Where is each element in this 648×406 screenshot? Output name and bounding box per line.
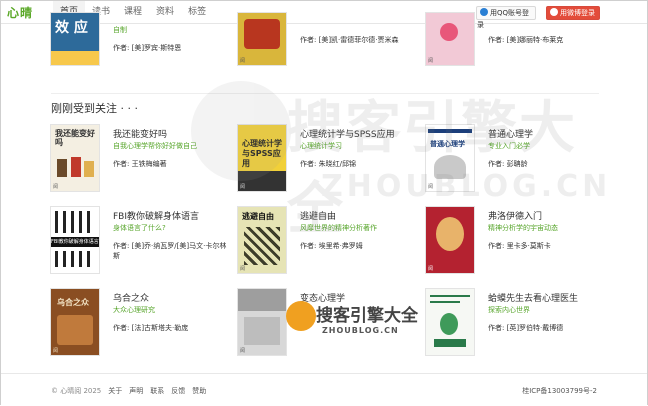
book-subtitle: 大众心理研究 — [113, 306, 155, 314]
book-subtitle: 身体语言了什么? — [113, 224, 166, 232]
book-card[interactable]: FBI教你破解身体语言 FBI教你破解身体语言 身体语言了什么? 作者: [美]… — [51, 207, 241, 277]
book-cover[interactable]: 乌合之众 阅 — [51, 289, 99, 355]
book-card[interactable]: 阅 弗洛伊德入门 精神分析学的宇宙动态 作者: 里卡多·莫斯卡 — [426, 207, 616, 277]
book-author: 作者: [美]乔·纳瓦罗/[美]马文·卡尔林斯 — [113, 242, 227, 260]
book-author: 作者: [英]罗伯特·戴博德 — [488, 324, 564, 332]
book-cover[interactable]: 普通心理学 阅 — [426, 125, 474, 191]
book-cover[interactable]: FBI教你破解身体语言 — [51, 207, 99, 273]
footer-link-sponsor[interactable]: 赞助 — [192, 386, 206, 396]
book-card[interactable]: 我还能变好吗 阅 我还能变好吗 自我心理学帮你好好做自己 作者: 王铁梅编著 — [51, 125, 241, 195]
footer: © 心晴阅 2025 关于 声明 联系 反馈 赞助 桂ICP备13003799号… — [1, 373, 647, 406]
cover-title: 逃避自由 — [242, 212, 274, 221]
book-card[interactable]: 效 应 自制 作者: [美]罗宾·斯特恩 — [51, 13, 241, 83]
book-author: 作者: 里卡多·莫斯卡 — [488, 242, 551, 250]
book-title[interactable]: 心理统计学与SPSS应用 — [300, 127, 395, 140]
cover-tag: 阅 — [240, 348, 246, 354]
book-author: 作者: [美]凯·雷德菲尔德·贾米森 — [300, 36, 399, 44]
cover-title: 我还能变好吗 — [55, 129, 95, 147]
cover-title: 心理统计学与SPSS应用 — [242, 139, 282, 168]
footer-link-statement[interactable]: 声明 — [129, 386, 143, 396]
cover-tag: 阅 — [240, 184, 246, 190]
book-author: 作者: 埃里希·弗罗姆 — [300, 242, 363, 250]
book-card[interactable]: 阅 作者: [美]娜丽特·布莱克 — [426, 13, 616, 83]
book-cover[interactable]: 效 应 — [51, 13, 99, 65]
book-cover[interactable]: 逃避自由 阅 — [238, 207, 286, 273]
book-title[interactable]: 弗洛伊德入门 — [488, 209, 542, 222]
footer-links: © 心晴阅 2025 关于 声明 联系 反馈 赞助 — [51, 386, 206, 396]
cover-title: FBI教你破解身体语言 — [51, 237, 99, 247]
cover-tag: 阅 — [53, 184, 59, 190]
cover-tag: 阅 — [428, 58, 434, 64]
book-card[interactable]: 蛤蟆先生去看心理医生 探索内心世界 作者: [英]罗伯特·戴博德 — [426, 289, 616, 359]
cover-title: 效 应 — [55, 20, 88, 36]
book-subtitle: 心理统计学习 — [300, 142, 342, 150]
cover-tag: 阅 — [428, 184, 434, 190]
book-author: 作者: [美]罗宾·斯特恩 — [113, 44, 182, 52]
cover-tag: 阅 — [53, 348, 59, 354]
book-subtitle: 专业入门必学 — [488, 142, 530, 150]
book-author: 作者: 朱晓红/邱锦 — [300, 160, 356, 168]
book-subtitle: 自我心理学帮你好好做自己 — [113, 142, 197, 150]
book-cover[interactable]: 阅 — [238, 289, 286, 355]
footer-link-feedback[interactable]: 反馈 — [171, 386, 185, 396]
book-title[interactable]: 我还能变好吗 — [113, 127, 167, 140]
book-title[interactable]: 变态心理学 — [300, 291, 345, 304]
book-author: 作者: 彭聃龄 — [488, 160, 528, 168]
section-divider — [51, 93, 599, 94]
book-card[interactable]: 阅 作者: [美]凯·雷德菲尔德·贾米森 — [238, 13, 428, 83]
book-author: 作者: 王铁梅编著 — [113, 160, 167, 168]
book-subtitle: 精神分析学的宇宙动态 — [488, 224, 558, 232]
book-title[interactable]: FBI教你破解身体语言 — [113, 209, 199, 222]
cover-title: 乌合之众 — [57, 298, 89, 307]
footer-link-about[interactable]: 关于 — [108, 386, 122, 396]
book-cover[interactable]: 我还能变好吗 阅 — [51, 125, 99, 191]
book-title[interactable]: 逃避自由 — [300, 209, 336, 222]
icp-number[interactable]: 桂ICP备13003799号-2 — [522, 386, 597, 396]
book-title[interactable]: 蛤蟆先生去看心理医生 — [488, 291, 578, 304]
copyright: © 心晴阅 2025 — [51, 387, 102, 395]
book-cover[interactable]: 阅 — [426, 13, 474, 65]
book-card[interactable]: 心理统计学与SPSS应用 阅 心理统计学与SPSS应用 心理统计学习 作者: 朱… — [238, 125, 428, 195]
cover-tag: 阅 — [428, 266, 434, 272]
book-card[interactable]: 乌合之众 阅 乌合之众 大众心理研究 作者: [法]古斯塔夫·勒庞 — [51, 289, 241, 359]
book-card[interactable]: 逃避自由 阅 逃避自由 风靡世界的精神分析著作 作者: 埃里希·弗罗姆 — [238, 207, 428, 277]
book-author: 作者: [美]娜丽特·布莱克 — [488, 36, 564, 44]
book-card[interactable]: 普通心理学 阅 普通心理学 专业入门必学 作者: 彭聃龄 — [426, 125, 616, 195]
site-logo[interactable]: 心晴 — [7, 4, 33, 21]
book-cover[interactable]: 阅 — [426, 207, 474, 273]
book-subtitle: 探索内心世界 — [488, 306, 530, 314]
book-title[interactable]: 普通心理学 — [488, 127, 533, 140]
book-cover[interactable]: 心理统计学与SPSS应用 阅 — [238, 125, 286, 191]
book-subtitle: 风靡世界的精神分析著作 — [300, 224, 377, 232]
section-title: 刚刚受到关注 · · · — [51, 102, 138, 115]
footer-link-contact[interactable]: 联系 — [150, 386, 164, 396]
book-cover[interactable]: 阅 — [238, 13, 286, 65]
book-title[interactable]: 乌合之众 — [113, 291, 149, 304]
book-author: 作者: [法]古斯塔夫·勒庞 — [113, 324, 189, 332]
cover-tag: 阅 — [240, 58, 246, 64]
cover-title: 普通心理学 — [430, 140, 465, 148]
book-subtitle: 自制 — [113, 26, 127, 34]
book-card[interactable]: 阅 变态心理学 — [238, 289, 428, 359]
cover-tag: 阅 — [240, 266, 246, 272]
book-cover[interactable] — [426, 289, 474, 355]
